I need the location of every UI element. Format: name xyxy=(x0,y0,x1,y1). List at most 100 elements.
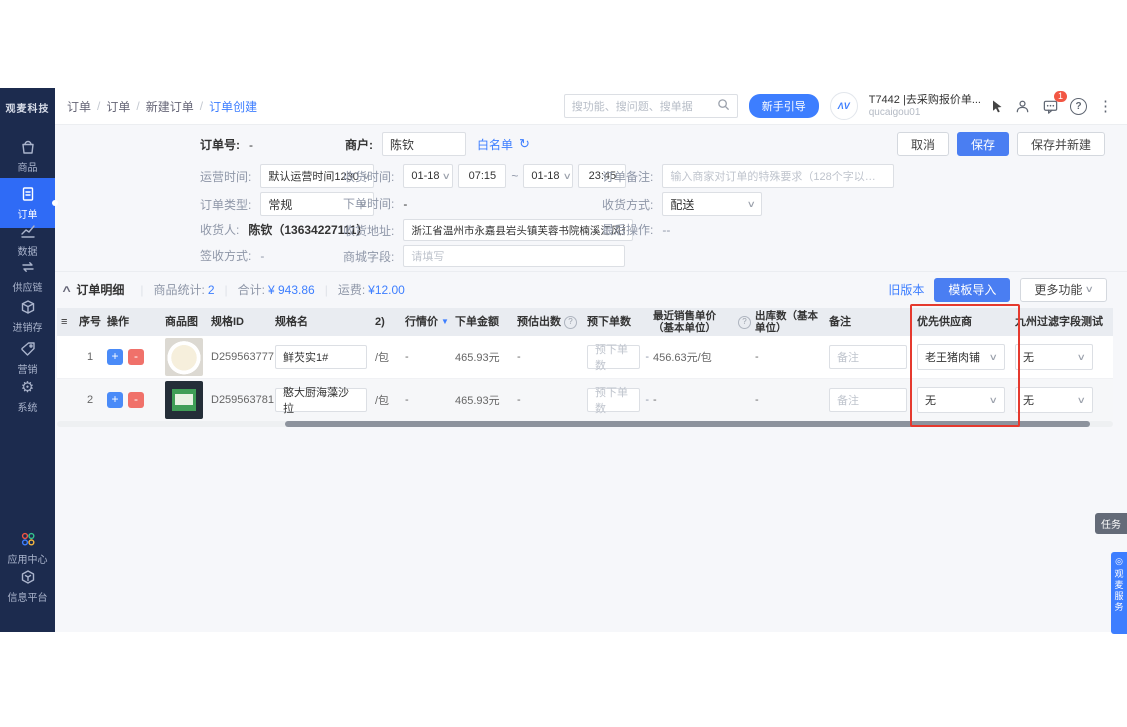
receive-date-end-select[interactable]: 01-18 ∨ xyxy=(523,164,573,188)
help-icon[interactable]: ? xyxy=(1070,98,1087,115)
note-input[interactable]: 备注 xyxy=(829,388,907,412)
whitelist-link[interactable]: 白名单 xyxy=(477,136,513,153)
pre-order-input[interactable]: 预下单数 xyxy=(587,388,640,412)
order-amount: 465.93元 xyxy=(451,336,513,378)
inventory-cube-icon xyxy=(19,298,37,316)
spec-name-input[interactable]: 鲜芡实1# xyxy=(275,345,367,369)
breadcrumb-separator: / xyxy=(97,99,100,113)
add-row-button[interactable]: + xyxy=(107,392,123,408)
save-button[interactable]: 保存 xyxy=(957,132,1009,156)
order-remark-input[interactable]: 输入商家对订单的特殊要求（128个字以内） xyxy=(662,164,894,188)
priority-supplier-select[interactable]: 无 ∨ xyxy=(917,387,1005,413)
user-info[interactable]: T7442 |去采购报价单... qucaigou01 xyxy=(869,94,981,118)
field-receive-method: 收货方式: 配送 ∨ xyxy=(602,192,762,216)
order-items-table: ≡ 序号 操作 商品图 规格ID 规格名 2) 行情价 ▼ 下单金额 预估出数 … xyxy=(57,308,1113,421)
jiuzhou-filter-select[interactable]: 无 ∨ xyxy=(1015,387,1093,413)
chevron-down-icon: ∨ xyxy=(746,199,755,210)
more-functions-button[interactable]: 更多功能 ∨ xyxy=(1020,278,1107,302)
chevron-down-icon: ∨ xyxy=(989,395,998,406)
form-action-buttons: 取消 保存 保存并新建 xyxy=(897,132,1105,156)
old-version-link[interactable]: 旧版本 xyxy=(888,281,924,298)
jiuzhou-filter-select[interactable]: 无 ∨ xyxy=(1015,344,1093,370)
page: 观麦科技 商品 订单 数据 xyxy=(0,0,1127,727)
sidebar-item-inventory[interactable]: 进销存 xyxy=(0,298,55,334)
pre-order-input[interactable]: 预下单数 xyxy=(587,345,640,369)
spec-id: D259563777 xyxy=(207,336,271,378)
breadcrumb-item[interactable]: 订单 xyxy=(67,98,91,115)
save-and-new-button[interactable]: 保存并新建 xyxy=(1017,132,1105,156)
newbie-guide-button[interactable]: 新手引导 xyxy=(749,94,819,118)
chevron-down-icon: ∨ xyxy=(562,171,571,182)
global-search-input[interactable]: 搜功能、搜问题、搜单据 xyxy=(564,94,738,118)
drag-handle[interactable] xyxy=(57,379,73,421)
merchant-input[interactable]: 陈钦 xyxy=(382,132,466,156)
field-last-operate: 最后操作: -- xyxy=(602,221,670,238)
sidebar-item-orders[interactable]: 订单 xyxy=(0,178,55,228)
more-menu-icon[interactable]: ⋮ xyxy=(1098,97,1113,115)
info-icon[interactable]: ? xyxy=(738,316,751,329)
service-icon: ◎ xyxy=(1115,556,1123,567)
field-merchant: 商户: 陈钦 白名单 ↻ xyxy=(345,132,530,156)
sortable-column-header[interactable]: 行情价 ▼ xyxy=(401,308,451,336)
delete-row-button[interactable]: - xyxy=(128,349,144,365)
template-import-button[interactable]: 模板导入 xyxy=(934,278,1010,302)
contact-service-icon[interactable] xyxy=(1014,98,1031,115)
chevron-down-icon: ∨ xyxy=(442,171,451,182)
product-image[interactable] xyxy=(165,381,203,419)
receive-method-select[interactable]: 配送 ∨ xyxy=(662,192,762,216)
cursor-icon xyxy=(992,100,1003,113)
delete-row-button[interactable]: - xyxy=(128,392,144,408)
service-tab[interactable]: ◎ 观麦服务 xyxy=(1111,552,1127,634)
sidebar: 观麦科技 商品 订单 数据 xyxy=(0,88,55,632)
receive-time-start-input[interactable]: 07:15 xyxy=(458,164,506,188)
sidebar-item-marketing[interactable]: 营销 xyxy=(0,340,55,376)
info-icon[interactable]: ? xyxy=(564,316,577,329)
data-chart-icon xyxy=(19,222,37,240)
table-header-row: ≡ 序号 操作 商品图 规格ID 规格名 2) 行情价 ▼ 下单金额 预估出数 … xyxy=(57,308,1113,336)
task-tab[interactable]: 任务 xyxy=(1095,513,1127,534)
address-input[interactable]: 浙江省温州市永嘉县岩头镇芙蓉书院楠溪江风景名胜区 xyxy=(403,219,633,241)
spec-name-input[interactable]: 憨大厨海藻沙拉 xyxy=(275,388,367,412)
receive-date-start-select[interactable]: 01-18 ∨ xyxy=(403,164,453,188)
freight-fee: 运费:¥12.00 xyxy=(338,281,405,298)
messages-icon[interactable]: 1 xyxy=(1042,98,1059,115)
sidebar-item-data[interactable]: 数据 xyxy=(0,222,55,258)
breadcrumb-item[interactable]: 订单 xyxy=(106,98,130,115)
horizontal-scrollbar-track[interactable] xyxy=(57,421,1113,427)
horizontal-scrollbar-thumb[interactable] xyxy=(285,421,1090,427)
sidebar-item-supply-chain[interactable]: 供应链 xyxy=(0,258,55,294)
drag-handle[interactable] xyxy=(57,336,73,378)
sidebar-item-info-platform[interactable]: 信息平台 xyxy=(0,568,55,604)
chevron-down-icon: ∨ xyxy=(1085,284,1094,295)
est-out-header: 预估出数 ? xyxy=(513,308,583,336)
topbar-right: 搜功能、搜问题、搜单据 新手引导 ΛV T7442 |去采购报价单... quc… xyxy=(564,92,1113,120)
active-indicator-dot xyxy=(52,200,58,206)
spec-id: D259563781 xyxy=(207,379,271,421)
breadcrumb-separator: / xyxy=(136,99,139,113)
collapse-icon[interactable]: ∧ xyxy=(61,284,73,295)
table-row: 1 + - D259563777 鲜芡实1# /包 - 465.93元 - xyxy=(57,336,1113,379)
add-row-button[interactable]: + xyxy=(107,349,123,365)
priority-supplier-select[interactable]: 老王猪肉铺 ∨ xyxy=(917,344,1005,370)
mall-field-input[interactable]: 请填写 xyxy=(403,245,625,267)
field-receive-time: 收货时间: 01-18 ∨ 07:15 ~ 01-18 ∨ 23:45 xyxy=(343,164,626,188)
goods-count: 商品统计:2 xyxy=(153,281,214,298)
avatar[interactable]: ΛV xyxy=(830,92,858,120)
field-order-no: 订单号: - xyxy=(200,136,253,153)
breadcrumb-item[interactable]: 新建订单 xyxy=(146,98,194,115)
sidebar-item-system[interactable]: ⚙ 系统 xyxy=(0,378,55,414)
details-actions: 旧版本 模板导入 更多功能 ∨ xyxy=(888,278,1107,302)
product-image[interactable] xyxy=(165,338,203,376)
cancel-button[interactable]: 取消 xyxy=(897,132,949,156)
sidebar-item-app-center[interactable]: 应用中心 xyxy=(0,530,55,566)
breadcrumb-separator: / xyxy=(200,99,203,113)
table-row: 2 + - D259563781 憨大厨海藻沙拉 /包 - xyxy=(57,379,1113,421)
note-input[interactable]: 备注 xyxy=(829,345,907,369)
topbar: 订单 / 订单 / 新建订单 / 订单创建 搜功能、搜问题、搜单据 新手引导 Λ… xyxy=(55,88,1127,125)
chevron-down-icon: ∨ xyxy=(1077,395,1086,406)
info-platform-icon xyxy=(19,568,37,586)
refresh-icon[interactable]: ↻ xyxy=(519,136,530,152)
user-name: T7442 |去采购报价单... xyxy=(869,94,981,107)
breadcrumb-current: 订单创建 xyxy=(209,98,257,115)
sidebar-item-goods[interactable]: 商品 xyxy=(0,138,55,174)
